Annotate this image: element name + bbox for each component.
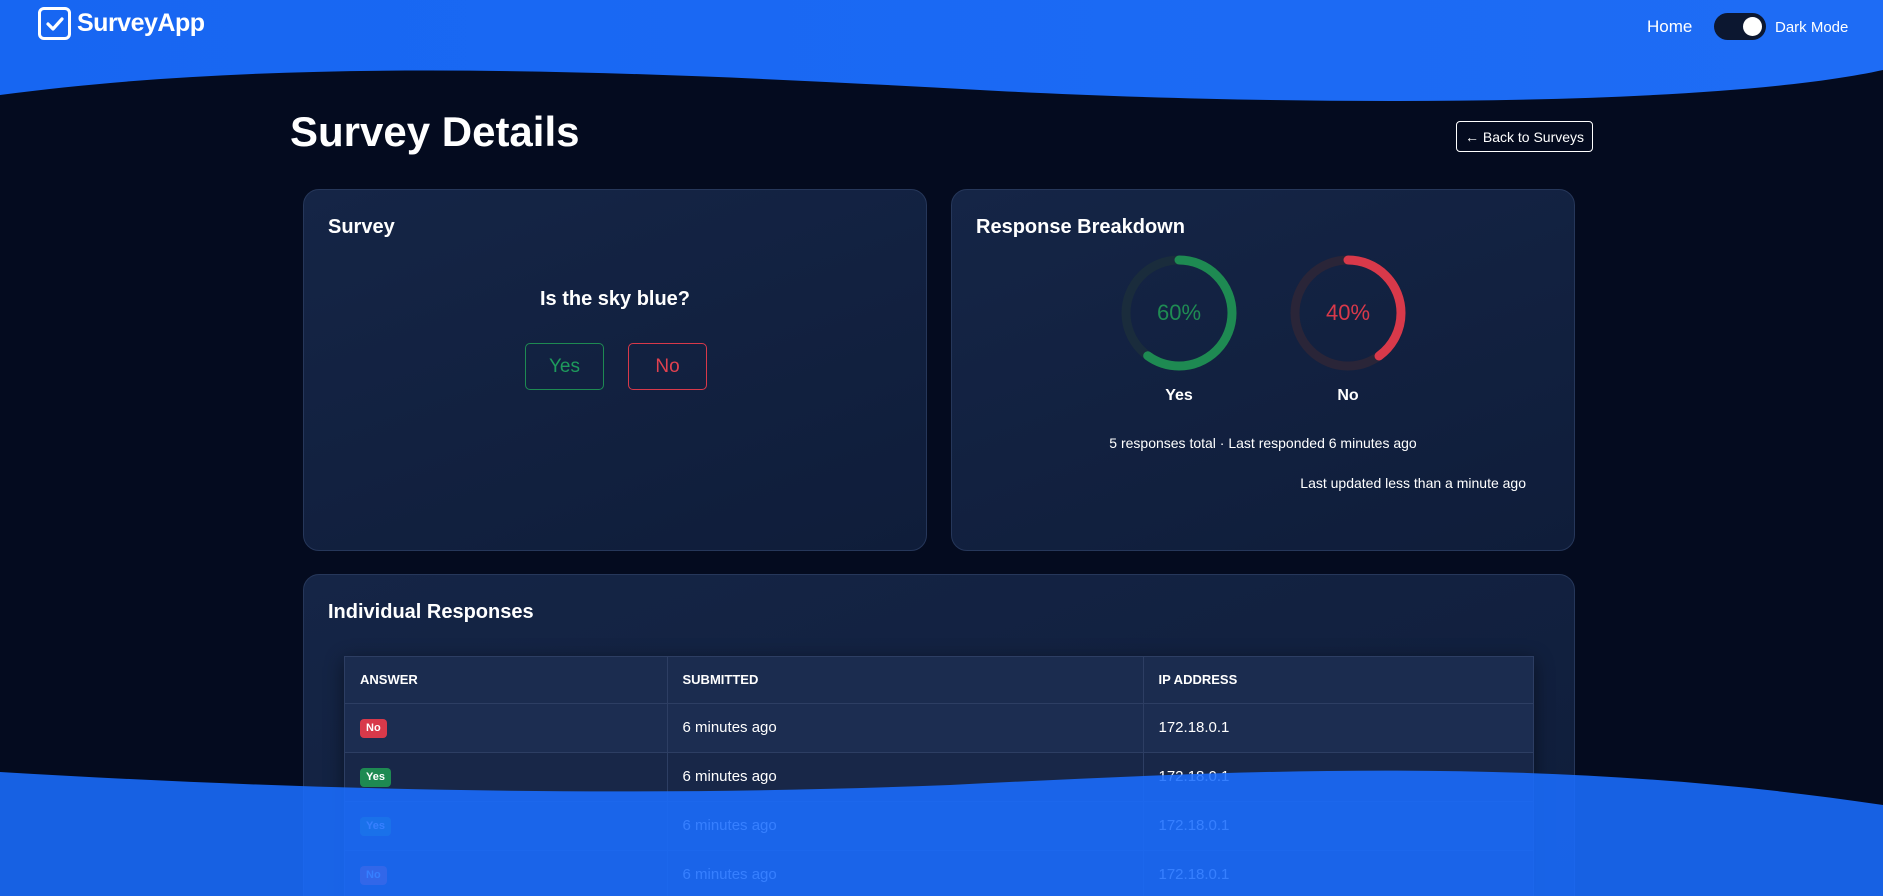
ip-cell: 172.18.0.1: [1143, 752, 1533, 802]
submitted-cell: 6 minutes ago: [667, 703, 1144, 753]
column-header-submitted: SUBMITTED: [667, 657, 1144, 704]
table-row: Yes 6 minutes ago 172.18.0.1: [345, 801, 1533, 851]
answer-cell: Yes: [345, 752, 668, 802]
responses-table: ANSWER SUBMITTED IP ADDRESS No 6 minutes…: [344, 656, 1534, 896]
responses-title: Individual Responses: [328, 601, 534, 623]
column-header-ip: IP ADDRESS: [1143, 657, 1533, 704]
check-square-icon: [38, 7, 71, 40]
column-header-answer: ANSWER: [345, 657, 668, 704]
submitted-cell: 6 minutes ago: [667, 850, 1144, 896]
ip-cell: 172.18.0.1: [1143, 703, 1533, 753]
survey-card-title: Survey: [328, 216, 395, 238]
brand-link[interactable]: SurveyApp: [38, 7, 205, 40]
submitted-cell: 6 minutes ago: [667, 801, 1144, 851]
table-row: No 6 minutes ago 172.18.0.1: [345, 703, 1533, 753]
dark-mode-label: Dark Mode: [1775, 19, 1849, 36]
toggle-knob: [1743, 17, 1762, 36]
nav-home-link[interactable]: Home: [1647, 17, 1692, 37]
table-header-row: ANSWER SUBMITTED IP ADDRESS: [345, 657, 1533, 704]
back-to-surveys-button[interactable]: ← Back to Surveys: [1456, 121, 1594, 152]
answer-badge: Yes: [360, 767, 391, 787]
no-gauge: 40%: [1288, 253, 1408, 373]
no-percent: 40%: [1325, 300, 1371, 325]
breakdown-title: Response Breakdown: [976, 216, 1185, 238]
page-title: Survey Details: [290, 108, 580, 155]
individual-responses-card: Individual Responses ANSWER SUBMITTED IP…: [303, 574, 1575, 896]
responses-summary: 5 responses total · Last responded 6 min…: [1109, 435, 1417, 451]
table-row: No 6 minutes ago 172.18.0.1: [345, 850, 1533, 896]
answer-badge: No: [360, 718, 387, 738]
ip-cell: 172.18.0.1: [1143, 850, 1533, 896]
last-updated: Last updated less than a minute ago: [1300, 475, 1526, 491]
answer-cell: Yes: [345, 801, 668, 851]
answer-cell: No: [345, 703, 668, 753]
survey-question: Is the sky blue?: [539, 288, 691, 310]
submitted-cell: 6 minutes ago: [667, 752, 1144, 802]
survey-card: Survey Is the sky blue? Yes No: [303, 189, 927, 551]
yes-gauge-label: Yes: [1165, 387, 1193, 404]
table-row: Yes 6 minutes ago 172.18.0.1: [345, 752, 1533, 802]
answer-badge: No: [360, 865, 387, 885]
dark-mode-toggle[interactable]: [1714, 13, 1766, 40]
ip-cell: 172.18.0.1: [1143, 801, 1533, 851]
yes-percent: 60%: [1156, 300, 1202, 325]
navbar: SurveyApp Home Dark Mode: [0, 0, 1883, 56]
no-gauge-label: No: [1337, 387, 1359, 404]
response-breakdown-card: Response Breakdown 60% Yes 40% No 5 resp…: [951, 189, 1575, 551]
yes-gauge: 60%: [1119, 253, 1239, 373]
answer-badge: Yes: [360, 816, 391, 836]
answer-no-button[interactable]: No: [628, 343, 707, 390]
answer-yes-button[interactable]: Yes: [525, 343, 604, 390]
answer-cell: No: [345, 850, 668, 896]
brand-name: SurveyApp: [77, 9, 205, 37]
